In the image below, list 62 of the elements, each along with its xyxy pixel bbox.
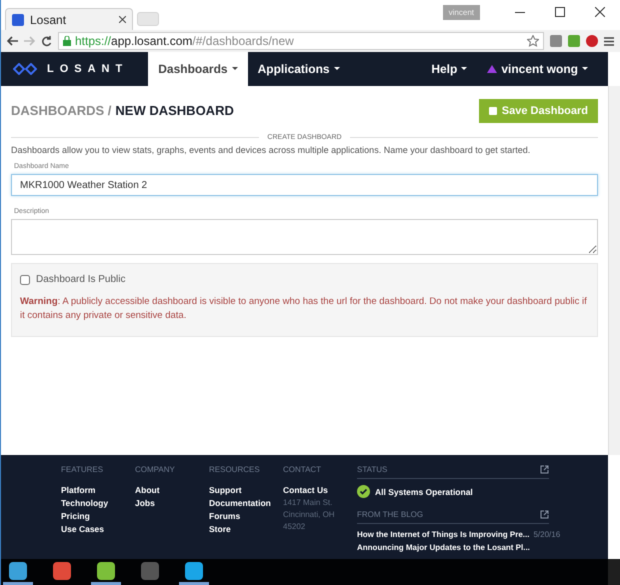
external-link-icon[interactable] [540,510,549,519]
intro-text: Dashboards allow you to view stats, graphs, events and devices across multiple applications. Name your dashboard to get started. [11,145,532,155]
description-input[interactable] [11,219,598,255]
save-icon [488,107,497,115]
address-line: Cincinnati, OH [283,510,336,519]
public-checkbox[interactable] [20,274,30,284]
browser-tab[interactable]: Losant [5,8,133,30]
footer-link[interactable]: Forums [209,511,283,521]
footer-link[interactable]: Jobs [135,498,209,508]
footer-heading: RESOURCES [209,465,261,474]
footer-link[interactable]: Pricing [61,511,135,521]
caret-icon [582,67,588,71]
check-icon [357,485,370,498]
footer-link[interactable]: Support [209,485,283,495]
checkbox-label: Dashboard Is Public [36,274,126,285]
footer-link[interactable]: About [135,485,209,495]
address-line: 1417 Main St. [283,498,334,507]
nav-menu[interactable]: Applications [248,52,350,86]
footer-link[interactable]: Documentation [209,498,283,508]
caret-icon [334,67,340,71]
footer-link[interactable]: Platform [61,485,135,495]
external-link-icon[interactable] [540,465,549,474]
reload-icon[interactable] [41,36,52,46]
back-icon[interactable] [7,36,18,46]
caret-icon [461,67,468,71]
favicon-icon [12,14,24,26]
footer-link[interactable]: Use Cases [61,524,135,534]
footer-link[interactable]: Technology [61,498,135,508]
taskbar-app[interactable] [3,559,33,585]
post-date: 5/20/16 [533,530,560,539]
footer-heading: FROM THE BLOG [357,510,424,519]
star-icon[interactable] [527,35,539,47]
status-text[interactable]: All Systems Operational [375,486,473,496]
scrollbar[interactable] [608,86,620,455]
footer-heading: CONTACT [283,465,322,474]
footer-link[interactable]: Store [209,524,283,534]
address-bar[interactable]: https://app.losant.com/#/dashboards/new [58,32,544,50]
taskbar-app[interactable] [179,559,209,585]
footer-heading: STATUS [357,465,388,474]
avatar-icon [487,64,498,74]
name-input[interactable]: MKR1000 Weather Station 2 [11,174,598,196]
nav-menu[interactable]: Dashboards [148,52,248,86]
breadcrumb-link[interactable]: DASHBOARDS / [11,103,112,118]
address-line: 45202 [283,522,306,531]
maximize-icon [555,7,565,17]
blog-link[interactable]: Announcing Major Updates to the Losant Pl... [357,543,530,552]
footer-heading: COMPANY [135,465,176,474]
lock-icon [63,36,71,46]
close-icon [595,7,605,17]
footer-link[interactable]: Contact Us [283,485,357,495]
taskbar-app[interactable] [91,559,121,585]
logo-text: LOSANT [47,63,128,75]
footer-heading: FEATURES [61,465,104,474]
close-icon[interactable] [119,16,126,23]
logo-icon [13,63,37,75]
page-title: NEW DASHBOARD [115,103,234,118]
help-menu[interactable]: Help [421,52,478,86]
user-menu[interactable]: vincent wong [477,52,608,86]
menu-icon[interactable] [604,36,614,46]
caret-icon [232,67,238,71]
blog-link[interactable]: How the Internet of Things Is Improving Pre... [357,530,530,539]
warning-text: Warning: A publicly accessible dashboard is visible to anyone who has the url for the dashboard. Do not make your dashboard public if it contains any private or sensitive data. [20,295,588,324]
